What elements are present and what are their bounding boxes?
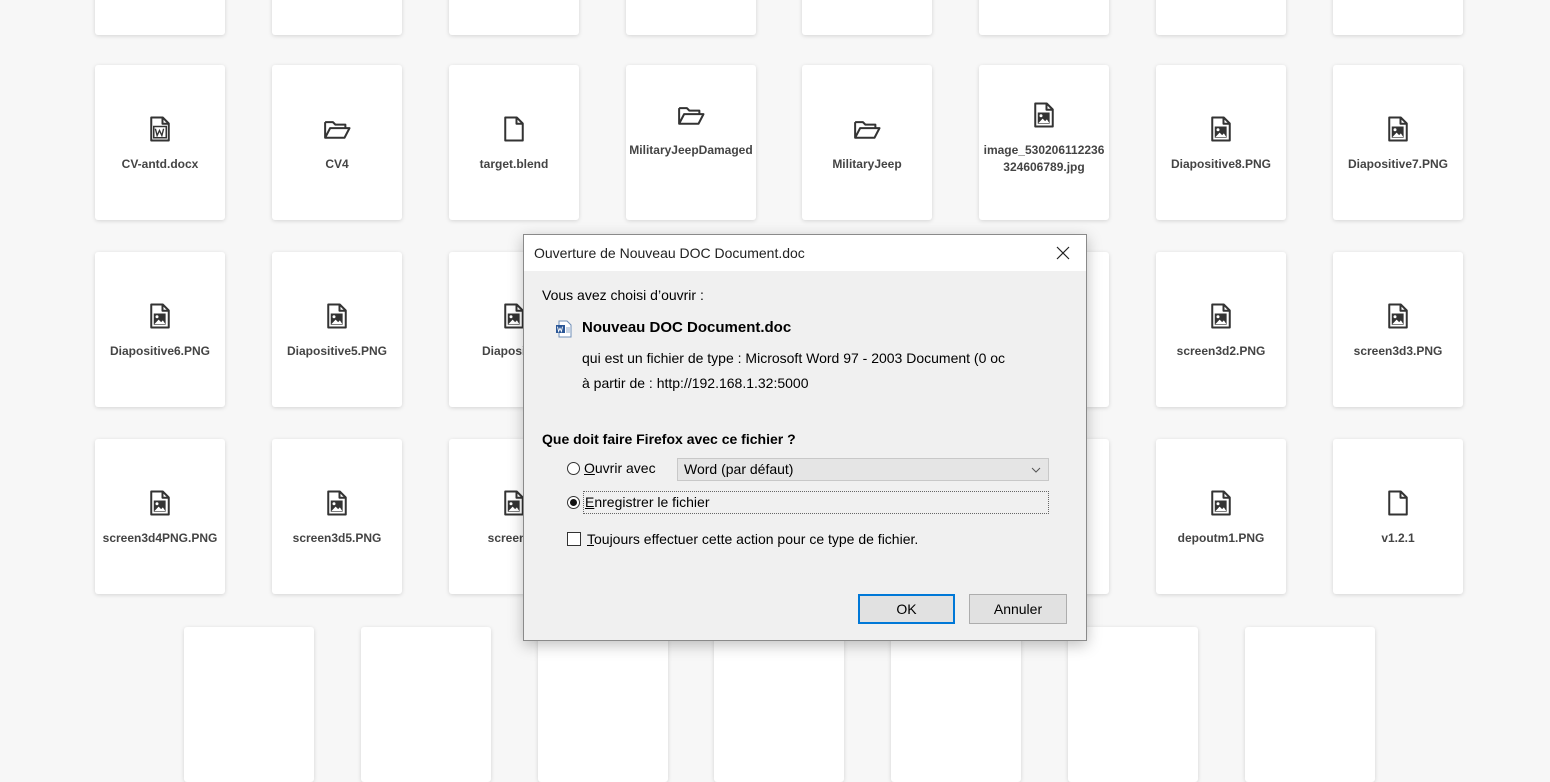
file-card[interactable] — [802, 0, 932, 35]
dialog-titlebar: Ouverture de Nouveau DOC Document.doc — [524, 235, 1086, 271]
open-with-mnemonic: O — [584, 460, 595, 476]
file-card[interactable] — [891, 627, 1021, 782]
file-card[interactable] — [361, 627, 491, 782]
file-name: target.blend — [479, 157, 549, 171]
file-card[interactable]: screen3d3.PNG — [1333, 252, 1463, 407]
word-file-icon — [143, 112, 177, 146]
file-name: depoutm1.PNG — [1177, 531, 1265, 545]
file-card[interactable] — [1333, 0, 1463, 35]
file-name: screen3d5.PNG — [292, 531, 382, 545]
file-card[interactable]: screen3d5.PNG — [272, 439, 402, 594]
file-card[interactable]: CV-antd.docx — [95, 65, 225, 220]
file-name: screen3d4PNG.PNG — [102, 531, 218, 545]
file-name: Nouveau DOC Document.doc — [582, 319, 792, 336]
file-card[interactable]: Diapositive8.PNG — [1156, 65, 1286, 220]
image-file-icon — [1027, 98, 1061, 132]
open-with-label[interactable]: Ouvrir avec — [584, 460, 656, 476]
always-do-checkbox[interactable] — [567, 532, 581, 546]
folder-icon — [674, 98, 708, 132]
image-file-icon — [1204, 112, 1238, 146]
open-with-text: uvrir avec — [594, 460, 656, 476]
image-file-icon — [143, 299, 177, 333]
file-card[interactable] — [95, 0, 225, 35]
word-doc-icon — [555, 320, 573, 338]
file-card[interactable] — [714, 627, 844, 782]
save-file-radio[interactable] — [567, 496, 580, 509]
download-dialog: Ouverture de Nouveau DOC Document.doc Vo… — [523, 234, 1087, 641]
file-name: Diapositive5.PNG — [286, 344, 388, 358]
folder-card[interactable]: MilitaryJeep — [802, 65, 932, 220]
file-card[interactable]: Diapositive7.PNG — [1333, 65, 1463, 220]
always-do-label[interactable]: Toujours effectuer cette action pour ce … — [587, 531, 918, 547]
file-name: screen3d3.PNG — [1353, 344, 1443, 358]
file-card[interactable] — [1068, 627, 1198, 782]
file-card[interactable]: target.blend — [449, 65, 579, 220]
always-do-mnemonic: T — [587, 531, 594, 547]
file-name: Diapositive7.PNG — [1347, 157, 1449, 171]
always-do-text: oujours effectuer cette action pour ce t… — [594, 531, 919, 547]
file-name: MilitaryJeepDamaged — [629, 143, 753, 157]
file-card[interactable]: image_530206112236324606789.jpg — [979, 65, 1109, 220]
file-card[interactable]: screen3d2.PNG — [1156, 252, 1286, 407]
folder-card[interactable]: MilitaryJeepDamaged — [626, 65, 756, 220]
image-file-icon — [320, 486, 354, 520]
image-file-icon — [1204, 299, 1238, 333]
image-file-icon — [1204, 486, 1238, 520]
close-icon[interactable] — [1040, 235, 1086, 271]
image-file-icon — [320, 299, 354, 333]
folder-icon — [850, 112, 884, 146]
image-file-icon — [1381, 112, 1415, 146]
file-card[interactable] — [1245, 627, 1375, 782]
file-card[interactable]: Diapositive5.PNG — [272, 252, 402, 407]
application-select-value: Word (par défaut) — [684, 461, 794, 477]
file-source-line: à partir de : http://192.168.1.32:5000 — [582, 375, 809, 391]
image-file-icon — [143, 486, 177, 520]
file-type-line: qui est un fichier de type : Microsoft W… — [582, 350, 1006, 366]
application-select[interactable]: Word (par défaut) — [677, 458, 1049, 481]
file-card[interactable] — [538, 627, 668, 782]
file-card[interactable]: depoutm1.PNG — [1156, 439, 1286, 594]
file-name: Diapositive6.PNG — [109, 344, 211, 358]
file-card[interactable] — [626, 0, 756, 35]
file-name: CV4 — [325, 157, 349, 171]
image-file-icon — [1381, 299, 1415, 333]
dialog-intro: Vous avez choisi d’ouvrir : — [542, 287, 704, 303]
dialog-title: Ouverture de Nouveau DOC Document.doc — [534, 245, 805, 261]
file-card[interactable] — [449, 0, 579, 35]
save-file-text: nregistrer le fichier — [594, 494, 710, 510]
file-card[interactable] — [184, 627, 314, 782]
chevron-down-icon — [1030, 463, 1042, 479]
action-question: Que doit faire Firefox avec ce fichier ? — [542, 431, 796, 447]
file-name: CV-antd.docx — [121, 157, 199, 171]
file-name: image_530206112236324606789.jpg — [983, 143, 1105, 174]
open-with-radio[interactable] — [567, 462, 580, 475]
ok-button[interactable]: OK — [858, 594, 955, 624]
file-card[interactable] — [1156, 0, 1286, 35]
save-file-mnemonic: E — [585, 494, 595, 510]
file-name: v1.2.1 — [1381, 531, 1415, 545]
file-card[interactable] — [272, 0, 402, 35]
file-icon — [497, 112, 531, 146]
file-name: screen3d2.PNG — [1176, 344, 1266, 358]
file-card[interactable]: screen3d4PNG.PNG — [95, 439, 225, 594]
file-card[interactable]: v1.2.1 — [1333, 439, 1463, 594]
cancel-button[interactable]: Annuler — [969, 594, 1067, 624]
folder-card[interactable]: CV4 — [272, 65, 402, 220]
file-name: Diapositive8.PNG — [1170, 157, 1272, 171]
file-name: MilitaryJeep — [832, 157, 902, 171]
file-card[interactable] — [979, 0, 1109, 35]
save-file-label[interactable]: Enregistrer le fichier — [585, 494, 710, 510]
file-card[interactable]: Diapositive6.PNG — [95, 252, 225, 407]
file-icon — [1381, 486, 1415, 520]
folder-icon — [320, 112, 354, 146]
